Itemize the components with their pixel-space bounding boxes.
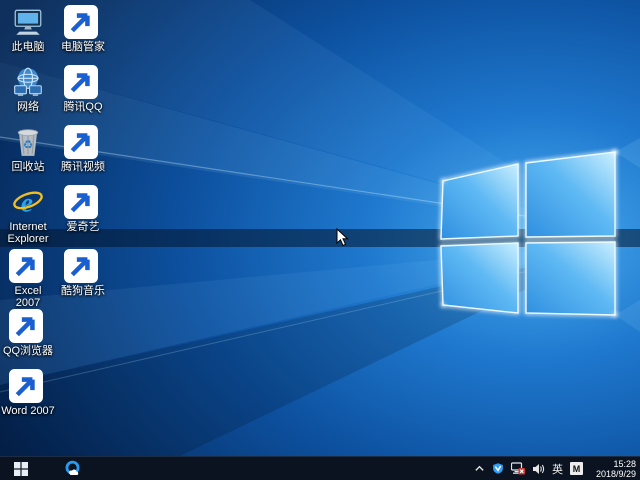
icon-label: 此电脑: [1, 41, 55, 53]
tray-network-status[interactable]: [511, 457, 525, 480]
qq-browser-icon: [64, 460, 81, 477]
pc-manager-icon: [66, 5, 100, 39]
desktop-icon-word-2007[interactable]: W Word 2007: [1, 369, 55, 417]
iqiyi-icon: iQIYI: [66, 185, 100, 219]
shortcut-arrow-icon: [9, 369, 43, 403]
icon-label: 网络: [1, 101, 55, 113]
kugou-music-icon: K: [66, 249, 100, 283]
tencent-qq-icon: [66, 65, 100, 99]
svg-text:e: e: [21, 187, 33, 218]
word-icon: W: [11, 369, 45, 403]
start-button[interactable]: [0, 457, 42, 480]
tray-overflow-button[interactable]: [474, 457, 485, 480]
network-icon: [11, 65, 45, 99]
icon-label: Word 2007: [1, 405, 55, 417]
recycle-bin-icon: ♻: [11, 125, 45, 159]
internet-explorer-icon: e: [11, 185, 45, 219]
icon-label: 酷狗音乐: [56, 285, 110, 297]
desktop-icon-tencent-video[interactable]: 腾讯视频: [56, 125, 110, 173]
mouse-cursor: [336, 228, 349, 247]
tray-volume[interactable]: [532, 457, 545, 480]
this-pc-icon: [11, 5, 45, 39]
icon-label: 腾讯视频: [56, 161, 110, 173]
shortcut-arrow-icon: [64, 5, 98, 39]
desktop-icon-this-pc[interactable]: 此电脑: [1, 5, 55, 53]
shortcut-arrow-icon: [64, 65, 98, 99]
desktop-icon-internet-explorer[interactable]: e Internet Explorer: [1, 185, 55, 245]
clock-date: 2018/9/29: [596, 469, 636, 479]
shortcut-arrow-icon: [64, 185, 98, 219]
shortcut-arrow-icon: [9, 249, 43, 283]
desktop-icon-tencent-qq[interactable]: 腾讯QQ: [56, 65, 110, 113]
clock-time: 15:28: [596, 459, 636, 469]
icon-label: Excel 2007: [1, 285, 55, 309]
language-indicator[interactable]: 英: [552, 457, 563, 480]
desktop[interactable]: 此电脑 电脑管家: [0, 0, 640, 456]
tencent-video-icon: [66, 125, 100, 159]
icon-label: 爱奇艺: [56, 221, 110, 233]
desktop-icon-kugou-music[interactable]: K 酷狗音乐: [56, 249, 110, 297]
desktop-icon-recycle-bin[interactable]: ♻ 回收站: [1, 125, 55, 173]
ime-mode-button[interactable]: M: [570, 457, 583, 480]
volume-icon: [532, 463, 545, 475]
svg-text:♻: ♻: [23, 137, 33, 151]
network-disconnected-icon: [511, 462, 525, 475]
taskbar[interactable]: 英 M 15:28 2018/9/29: [0, 456, 640, 480]
shortcut-arrow-icon: [64, 249, 98, 283]
pc-manager-shield-icon: [492, 462, 504, 475]
desktop-icon-pc-manager[interactable]: 电脑管家: [56, 5, 110, 53]
icon-label: 腾讯QQ: [56, 101, 110, 113]
excel-icon: X: [11, 249, 45, 283]
icon-label: Internet Explorer: [1, 221, 55, 245]
shortcut-arrow-icon: [9, 309, 43, 343]
icon-label: 电脑管家: [56, 41, 110, 53]
shortcut-arrow-icon: [64, 125, 98, 159]
desktop-icon-iqiyi[interactable]: iQIYI 爱奇艺: [56, 185, 110, 233]
taskbar-item-qq-browser[interactable]: [58, 457, 86, 480]
chevron-up-icon: [474, 463, 485, 474]
system-tray[interactable]: 英 M 15:28 2018/9/29: [474, 457, 640, 480]
windows-start-icon: [14, 462, 28, 476]
ime-badge: M: [570, 462, 583, 475]
desktop-icon-qq-browser[interactable]: QQ浏览器: [1, 309, 55, 357]
desktop-icon-excel-2007[interactable]: X Excel 2007: [1, 249, 55, 309]
desktop-icon-network[interactable]: 网络: [1, 65, 55, 113]
icon-label: 回收站: [1, 161, 55, 173]
qq-browser-icon: [11, 309, 45, 343]
tray-pc-manager[interactable]: [492, 457, 504, 480]
clock[interactable]: 15:28 2018/9/29: [590, 459, 636, 479]
icon-label: QQ浏览器: [1, 345, 55, 357]
